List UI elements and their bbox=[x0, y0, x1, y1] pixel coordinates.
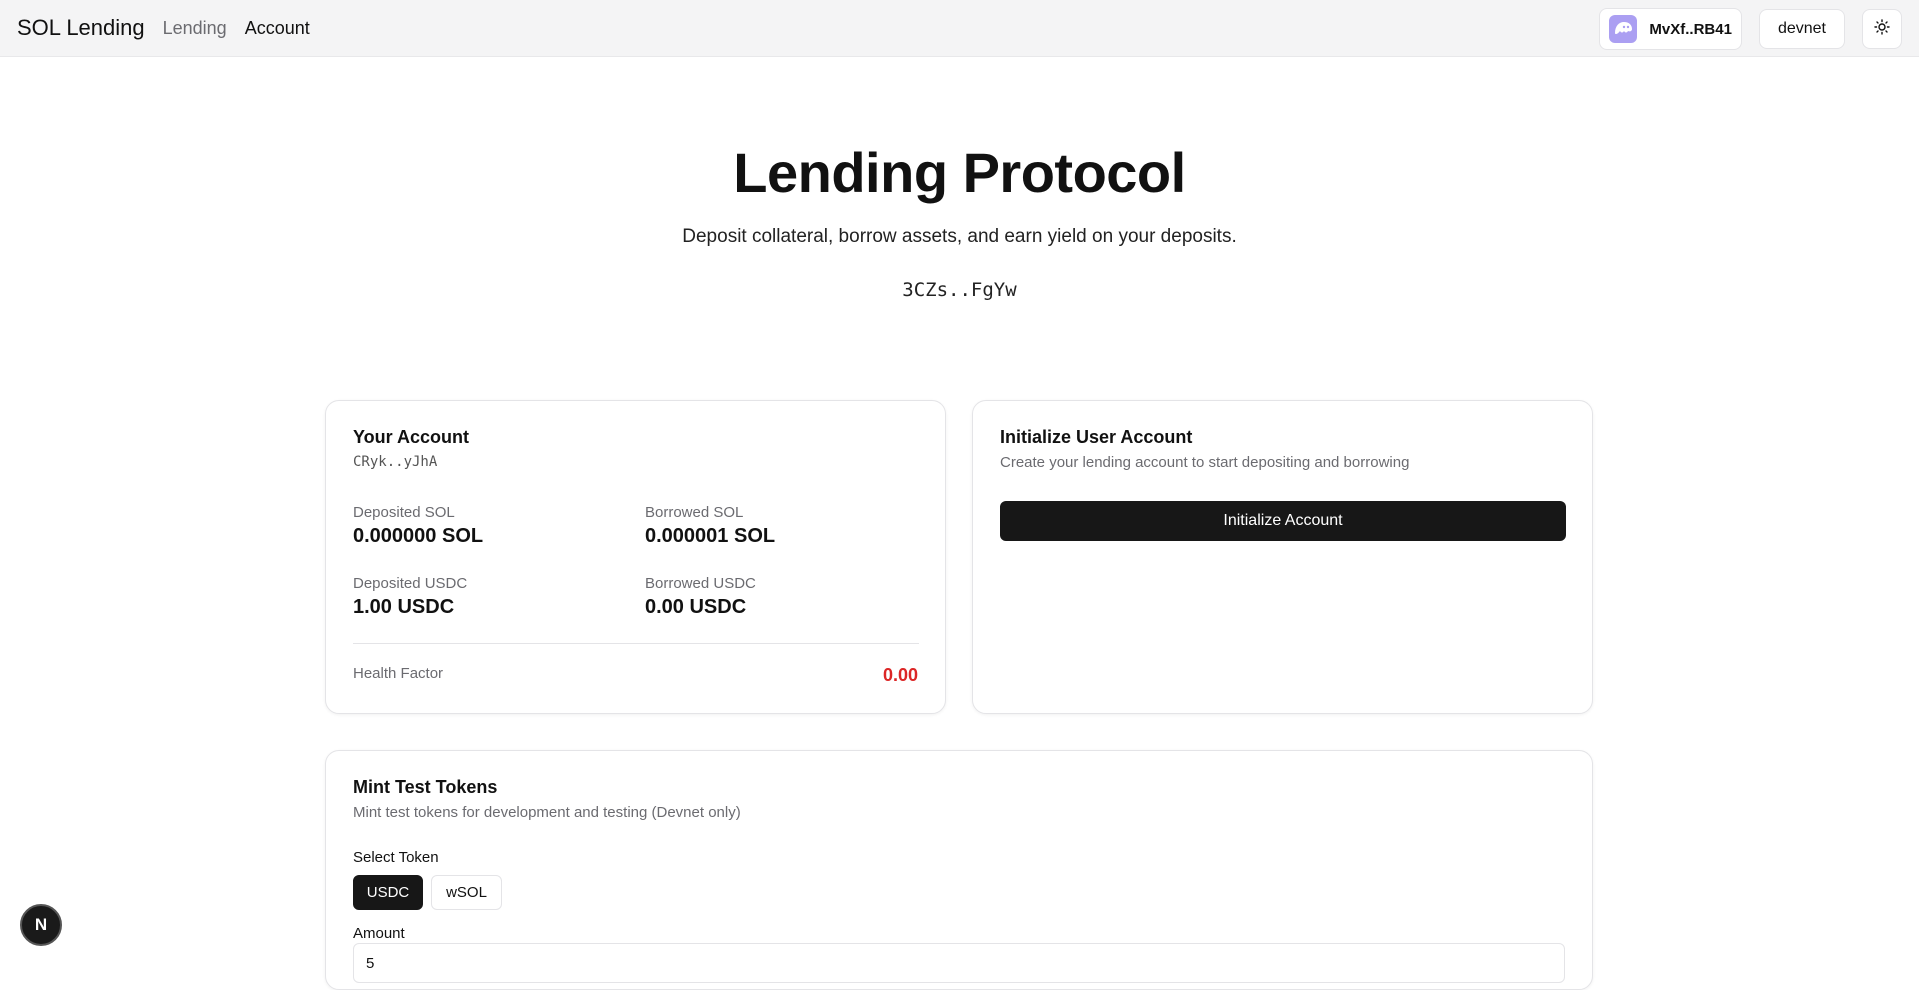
token-option-usdc[interactable]: USDC bbox=[353, 875, 423, 910]
wallet-button[interactable]: MvXf..RB41 bbox=[1599, 8, 1742, 50]
topbar-actions: MvXf..RB41 devnet bbox=[1599, 8, 1902, 50]
nextjs-icon[interactable]: N bbox=[20, 904, 62, 946]
theme-toggle-button[interactable] bbox=[1862, 9, 1902, 49]
dev-badge-label: N bbox=[34, 915, 48, 934]
stat-label: Deposited SOL bbox=[353, 504, 455, 521]
nav-link-lending[interactable]: Lending bbox=[163, 18, 227, 39]
amount-input[interactable] bbox=[353, 943, 1565, 983]
amount-label: Amount bbox=[353, 925, 405, 942]
init-card-title: Initialize User Account bbox=[1000, 427, 1193, 447]
mint-tokens-card: Mint Test Tokens Mint test tokens for de… bbox=[325, 750, 1593, 990]
account-address[interactable]: CRyk..yJhA bbox=[353, 454, 469, 470]
stat-deposited-sol: Deposited SOL 0.000000 SOL bbox=[353, 504, 483, 548]
brand-logo-text[interactable]: SOL Lending bbox=[17, 15, 145, 41]
wallet-address-label: MvXf..RB41 bbox=[1649, 20, 1732, 38]
nav-link-account[interactable]: Account bbox=[245, 18, 310, 39]
program-address[interactable]: 3CZs..FgYw bbox=[0, 279, 1919, 301]
initialize-account-button[interactable]: Initialize Account bbox=[1000, 501, 1566, 541]
mint-card-title: Mint Test Tokens bbox=[353, 777, 498, 797]
account-card: Your Account CRyk..yJhA Deposited SOL 0.… bbox=[325, 400, 946, 714]
stat-deposited-usdc: Deposited USDC 1.00 USDC bbox=[353, 575, 467, 619]
sun-icon bbox=[1874, 18, 1890, 40]
select-token-label: Select Token bbox=[353, 849, 439, 866]
top-navbar: SOL Lending Lending Account MvXf..RB41 d… bbox=[0, 0, 1919, 57]
page-subtitle: Deposit collateral, borrow assets, and e… bbox=[682, 226, 1237, 247]
mint-card-description: Mint test tokens for development and tes… bbox=[353, 804, 741, 821]
stat-label: Deposited USDC bbox=[353, 575, 468, 592]
network-selector-button[interactable]: devnet bbox=[1758, 9, 1845, 49]
stat-value: 0.00 USDC bbox=[645, 596, 747, 618]
stat-label: Borrowed SOL bbox=[645, 504, 744, 521]
init-card-description: Create your lending account to start dep… bbox=[1000, 454, 1410, 471]
stat-label: Borrowed USDC bbox=[645, 575, 756, 592]
stat-borrowed-sol: Borrowed SOL 0.000001 SOL bbox=[645, 504, 775, 548]
stat-borrowed-usdc: Borrowed USDC 0.00 USDC bbox=[645, 575, 756, 619]
init-account-card: Initialize User Account Create your lend… bbox=[972, 400, 1593, 714]
health-factor-label: Health Factor bbox=[353, 665, 444, 682]
stat-value: 0.000001 SOL bbox=[645, 525, 776, 547]
phantom-icon bbox=[1609, 15, 1638, 43]
token-option-wsol[interactable]: wSOL bbox=[431, 875, 502, 910]
account-card-title: Your Account bbox=[353, 427, 469, 447]
page-title: Lending Protocol bbox=[733, 141, 1186, 204]
stat-value: 0.000000 SOL bbox=[353, 525, 484, 547]
stat-value: 1.00 USDC bbox=[353, 596, 455, 618]
health-factor-value: 0.00 bbox=[882, 665, 918, 685]
divider bbox=[353, 643, 919, 644]
